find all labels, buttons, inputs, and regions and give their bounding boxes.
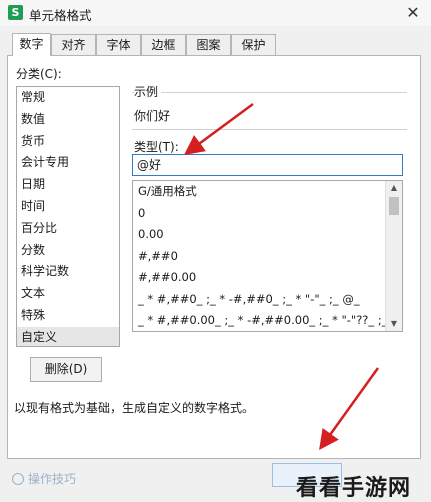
tab-number[interactable]: 数字 <box>12 33 51 56</box>
annotation-arrows <box>183 102 380 451</box>
annotation-arrow-ok <box>319 367 380 451</box>
annotation-arrow-type <box>183 102 254 155</box>
